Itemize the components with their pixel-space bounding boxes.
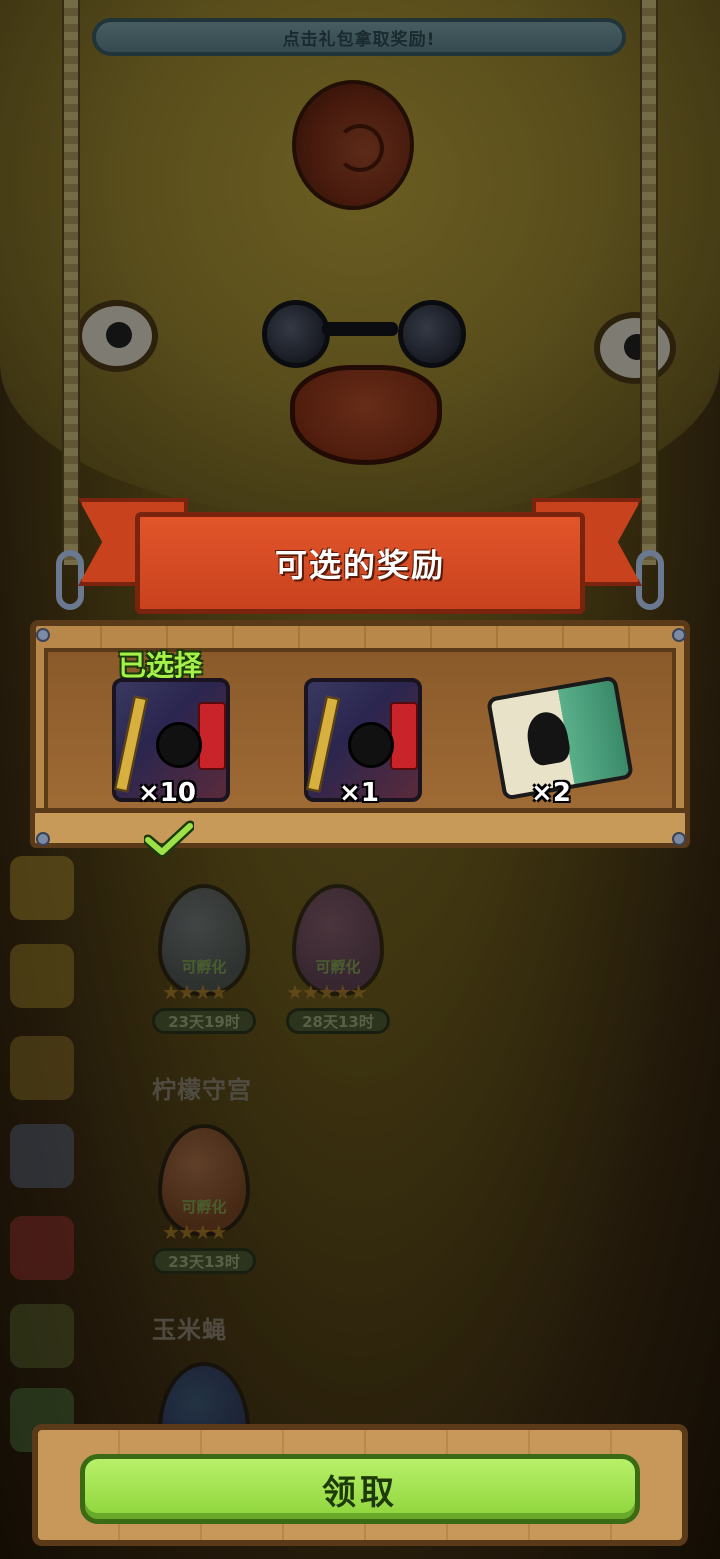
reward-option-3[interactable]: ×2: [485, 672, 635, 812]
reward-panel-banner: 可选的奖励: [135, 512, 585, 614]
reward-quantity: ×2: [531, 778, 571, 808]
bolt-icon: [36, 832, 50, 846]
claim-button[interactable]: 领取: [80, 1454, 640, 1524]
checkmark-icon: [144, 820, 194, 858]
reward-quantity: ×1: [339, 778, 379, 808]
bolt-icon: [36, 628, 50, 642]
bolt-icon: [672, 628, 686, 642]
reward-option-2[interactable]: ×1: [294, 672, 424, 812]
bolt-icon: [672, 832, 686, 846]
reward-crate-lip: [30, 808, 690, 848]
hook-right-icon: [636, 550, 664, 610]
reward-option-1[interactable]: ×10: [102, 672, 232, 812]
reward-panel-title: 可选的奖励: [274, 546, 445, 584]
hook-left-icon: [56, 550, 84, 610]
reward-quantity: ×10: [138, 778, 196, 808]
